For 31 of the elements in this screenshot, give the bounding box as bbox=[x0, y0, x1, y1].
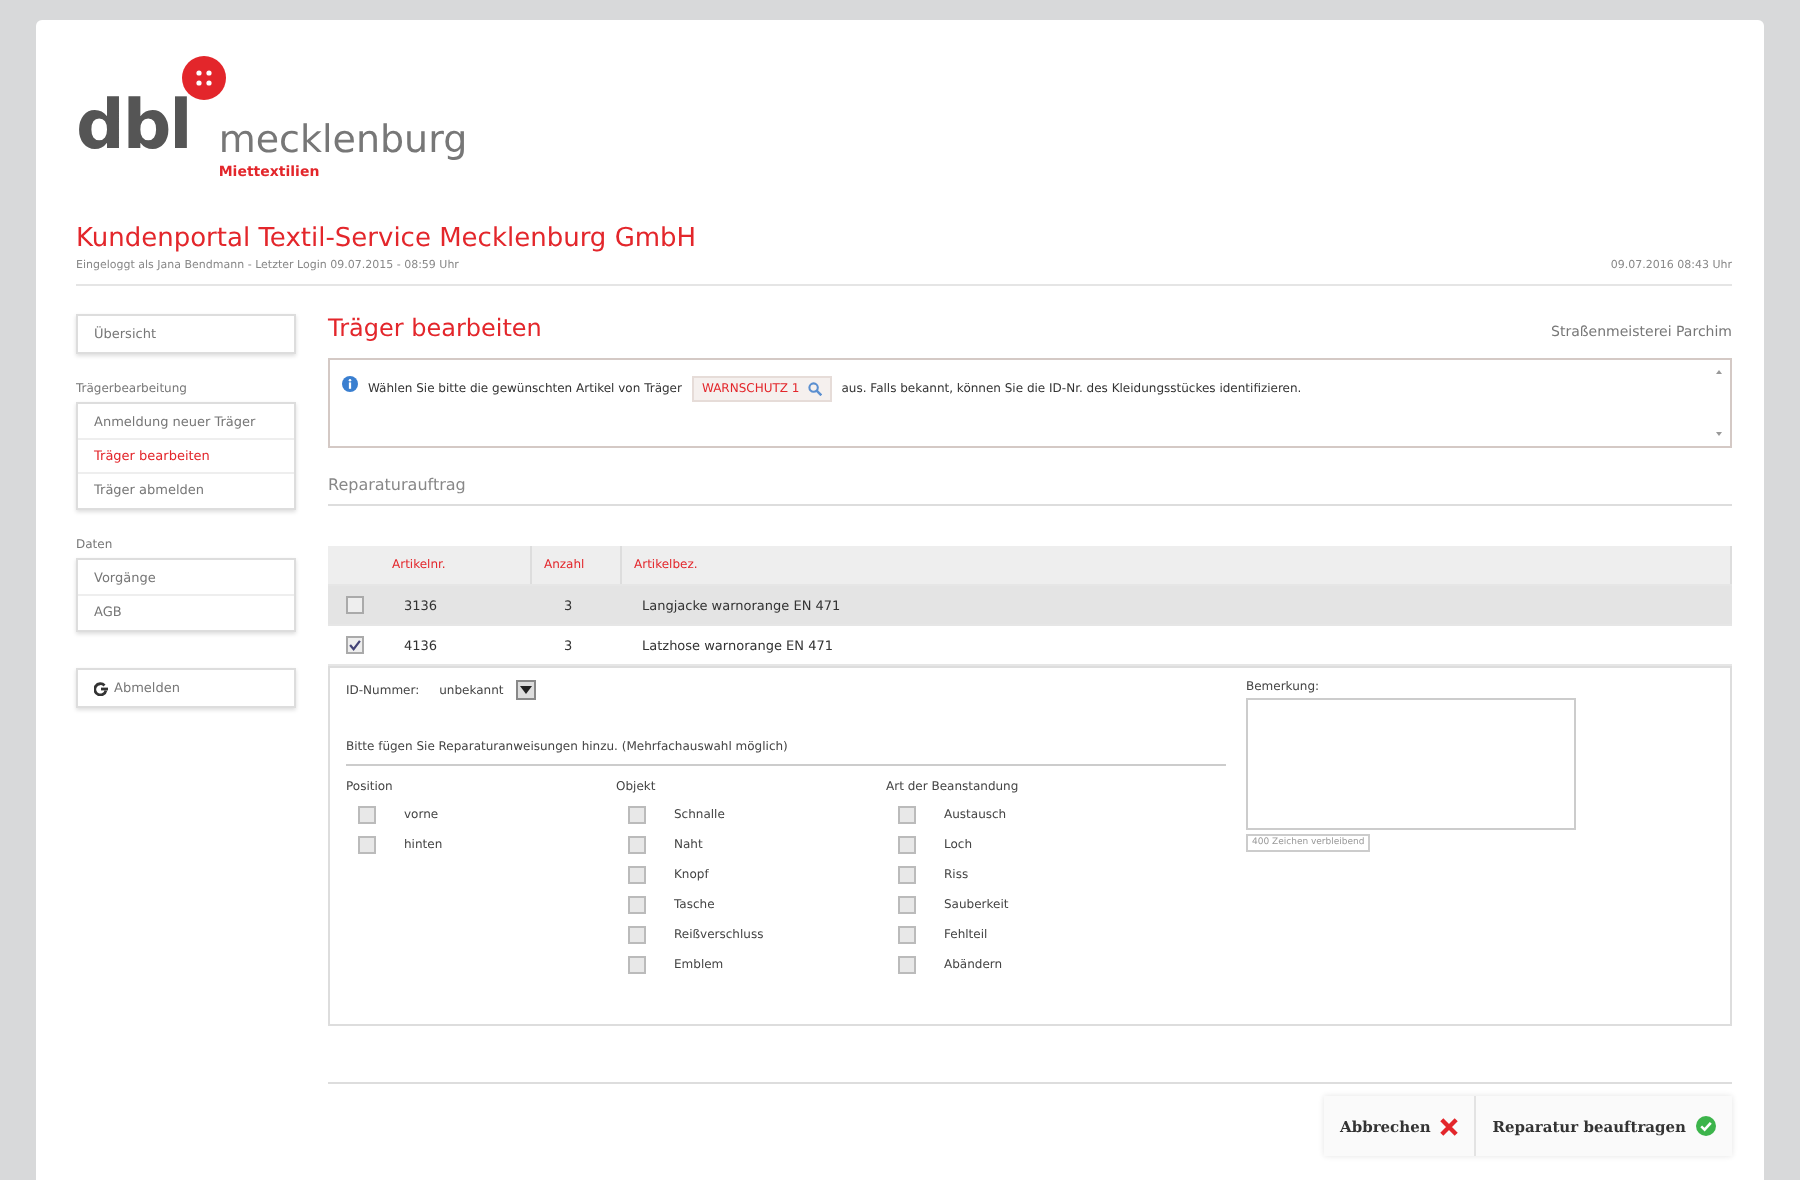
remark-field[interactable] bbox=[1246, 698, 1576, 830]
info-icon bbox=[342, 376, 358, 392]
option-checkbox[interactable] bbox=[628, 926, 646, 944]
logo-brand: dbl bbox=[76, 92, 191, 160]
option-checkbox[interactable] bbox=[898, 956, 916, 974]
option-checkbox[interactable] bbox=[898, 896, 916, 914]
button-logo-icon bbox=[182, 56, 227, 100]
option-checkbox[interactable] bbox=[898, 806, 916, 824]
caret-icon bbox=[519, 686, 532, 694]
option-checkbox[interactable] bbox=[358, 836, 376, 854]
portal-title: Kundenportal Textil-Service Mecklenburg GmbH bbox=[76, 224, 697, 254]
search-icon bbox=[807, 382, 822, 396]
option-checkbox[interactable] bbox=[898, 866, 916, 884]
option-checkbox[interactable] bbox=[358, 806, 376, 824]
section-title: Reparaturauftrag bbox=[328, 476, 1732, 506]
page-title: Träger bearbeiten bbox=[328, 314, 542, 342]
option-checkbox[interactable] bbox=[898, 926, 916, 944]
option-checkbox[interactable] bbox=[628, 806, 646, 824]
option-checkbox[interactable] bbox=[628, 896, 646, 914]
option-checkbox[interactable] bbox=[628, 956, 646, 974]
logo-region: mecklenburg bbox=[218, 122, 468, 160]
option-checkbox[interactable] bbox=[628, 866, 646, 884]
logout-icon bbox=[94, 681, 108, 695]
row-checkbox[interactable] bbox=[346, 636, 364, 654]
option-checkbox[interactable] bbox=[898, 836, 916, 854]
checkmark-icon bbox=[348, 638, 362, 652]
row-checkbox[interactable] bbox=[346, 596, 364, 614]
scrollbar-drawing bbox=[1714, 366, 1724, 440]
option-checkbox[interactable] bbox=[628, 836, 646, 854]
check-circle-icon bbox=[1696, 1116, 1716, 1136]
close-icon bbox=[1440, 1117, 1459, 1135]
